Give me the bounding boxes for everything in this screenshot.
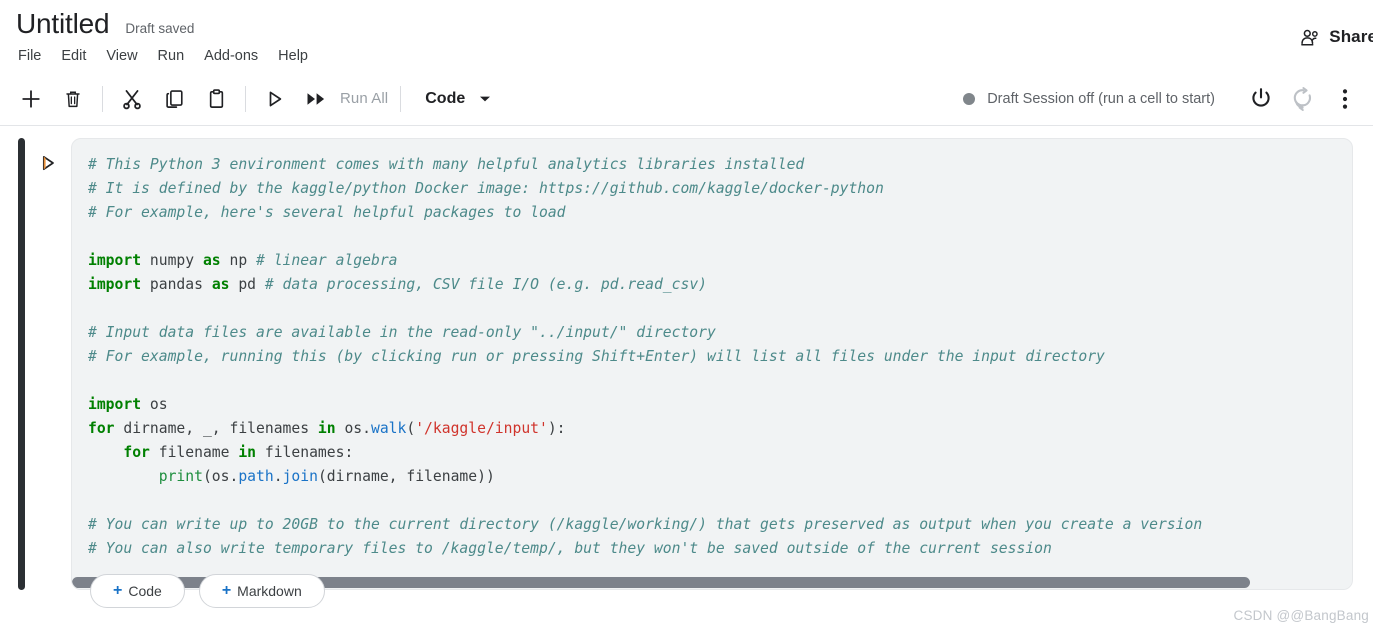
- notebook-body: # This Python 3 environment comes with m…: [0, 126, 1373, 629]
- selected-cell-indicator: [18, 138, 25, 590]
- toolbar: Run All Code Draft Session off (run a ce…: [0, 72, 1373, 126]
- cut-cell-button[interactable]: [111, 78, 153, 120]
- power-button[interactable]: [1241, 79, 1281, 119]
- restart-session-button[interactable]: [1283, 79, 1323, 119]
- plus-icon: +: [113, 582, 123, 599]
- menu-item-edit[interactable]: Edit: [51, 44, 96, 68]
- play-icon: [265, 89, 285, 109]
- toolbar-divider-1: [102, 85, 103, 112]
- fast-forward-icon: [304, 89, 330, 109]
- cell-type-dropdown[interactable]: Code: [425, 90, 491, 108]
- delete-cell-button[interactable]: [52, 78, 94, 120]
- trash-icon: [62, 88, 84, 110]
- power-icon: [1248, 86, 1274, 112]
- plus-icon: +: [221, 582, 232, 599]
- menu-item-run[interactable]: Run: [148, 44, 195, 68]
- add-code-label: Code: [128, 583, 162, 599]
- more-options-button[interactable]: [1325, 79, 1365, 119]
- run-all-button[interactable]: [296, 78, 338, 120]
- menu-item-addons[interactable]: Add-ons: [194, 44, 268, 68]
- restart-icon: [1290, 86, 1316, 112]
- menu-item-file[interactable]: File: [16, 44, 51, 68]
- paste-cell-button[interactable]: [195, 78, 237, 120]
- add-code-cell-button[interactable]: + Code: [90, 574, 185, 608]
- vertical-dots-icon: [1342, 87, 1348, 111]
- cell-run-button[interactable]: [33, 148, 63, 178]
- menu-item-view[interactable]: View: [96, 44, 147, 68]
- title-row: Untitled Draft saved: [8, 0, 1373, 40]
- toolbar-divider-3: [400, 85, 402, 112]
- session-area: Draft Session off (run a cell to start): [963, 72, 1365, 126]
- people-share-icon: [1299, 28, 1321, 46]
- cell-type-label: Code: [425, 89, 466, 107]
- add-markdown-label: Markdown: [237, 583, 302, 599]
- plus-icon: [19, 87, 43, 111]
- add-markdown-cell-button[interactable]: + Markdown: [198, 574, 325, 608]
- copy-icon: [163, 87, 186, 110]
- run-all-label[interactable]: Run All: [338, 90, 392, 107]
- menu-bar: File Edit View Run Add-ons Help: [8, 40, 1373, 68]
- add-cell-button[interactable]: [10, 78, 52, 120]
- share-label: Share: [1329, 27, 1373, 46]
- chevron-down-icon: [479, 95, 491, 103]
- session-status-label: Draft Session off (run a cell to start): [987, 91, 1215, 107]
- scissors-icon: [120, 87, 144, 111]
- code-cell-wrapper: # This Python 3 environment comes with m…: [0, 126, 1373, 608]
- run-cell-toolbar-button[interactable]: [254, 78, 296, 120]
- code-content[interactable]: # This Python 3 environment comes with m…: [88, 153, 1352, 561]
- add-cell-row: + Code + Markdown: [90, 574, 325, 608]
- code-editor[interactable]: # This Python 3 environment comes with m…: [72, 139, 1352, 575]
- session-status-dot: [963, 93, 976, 105]
- menu-item-help[interactable]: Help: [268, 44, 318, 68]
- toolbar-divider-2: [245, 85, 246, 112]
- cell-gutter: [25, 138, 71, 590]
- play-triangle-icon: [39, 154, 57, 172]
- copy-cell-button[interactable]: [153, 78, 195, 120]
- clipboard-icon: [205, 87, 228, 110]
- save-status-label: Draft saved: [125, 21, 195, 36]
- code-cell[interactable]: # This Python 3 environment comes with m…: [71, 138, 1353, 590]
- notebook-title[interactable]: Untitled: [16, 8, 110, 40]
- share-button[interactable]: Share: [1299, 27, 1373, 47]
- watermark: CSDN @@BangBang: [1233, 608, 1369, 623]
- top-bar: Untitled Draft saved Share File Edit Vie…: [0, 0, 1373, 72]
